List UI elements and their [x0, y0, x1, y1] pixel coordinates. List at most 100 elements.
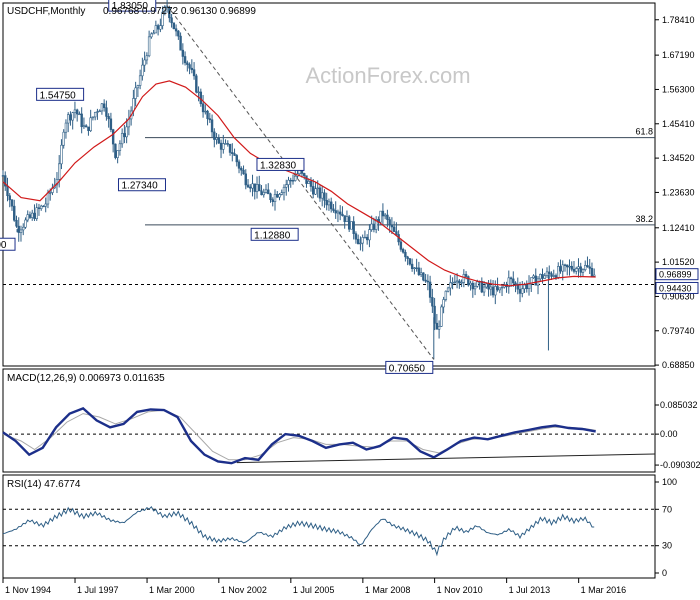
- price-candle-body: [260, 190, 263, 196]
- price-candle-body: [577, 266, 580, 269]
- time-axis-label: 1 Jul 2013: [509, 585, 551, 595]
- price-axis-label: 1.45410: [662, 119, 695, 129]
- price-candle-body: [49, 192, 52, 194]
- price-candle-body: [532, 275, 535, 278]
- price-candle-body: [192, 69, 196, 77]
- price-candle-body: [327, 201, 331, 206]
- price-candle-body: [303, 173, 306, 177]
- price-candle-body: [285, 184, 288, 188]
- price-candle-body: [415, 267, 418, 269]
- price-candle-body: [174, 28, 178, 32]
- price-candle-body: [404, 251, 407, 258]
- price-candle-body: [330, 201, 333, 210]
- price-candle-body: [190, 67, 194, 70]
- price-candle-body: [44, 203, 47, 207]
- price-candle-body: [120, 133, 124, 145]
- price-candle-body: [294, 175, 297, 181]
- price-candle-body: [588, 266, 591, 269]
- price-candle-body: [347, 216, 351, 230]
- price-candle-body: [89, 117, 92, 131]
- price-candle-body: [244, 173, 247, 186]
- price-candle-body: [545, 271, 549, 276]
- price-candle-body: [509, 277, 513, 280]
- time-axis-label: 1 Mar 2008: [365, 585, 411, 595]
- time-axis-label: 1 Jul 1997: [77, 585, 119, 595]
- price-candle-body: [291, 180, 295, 182]
- price-candle-body: [563, 264, 567, 266]
- price-candle-body: [410, 263, 414, 270]
- price-candle-body: [316, 187, 319, 190]
- price-candle-body: [464, 274, 468, 277]
- price-candle-body: [246, 184, 250, 188]
- price-candle-body: [145, 55, 149, 61]
- price-candle-body: [98, 110, 101, 113]
- price-candle-body: [170, 17, 173, 24]
- price-candle-body: [444, 290, 448, 300]
- price-candle-body: [500, 286, 504, 289]
- fib-level-label: 38.2: [635, 214, 653, 224]
- price-candle-body: [273, 194, 277, 202]
- price-candle-body: [267, 189, 270, 195]
- price-candle-body: [141, 64, 144, 77]
- price-candle-body: [210, 119, 214, 133]
- price-candle-body: [33, 212, 36, 219]
- price-annotation-label: 1.27340: [121, 181, 158, 192]
- price-candle-body: [451, 282, 454, 284]
- macd-panel: [2, 368, 656, 473]
- price-candle-body: [334, 210, 337, 214]
- price-candle-body: [446, 287, 450, 292]
- price-candle-body: [24, 219, 27, 228]
- price-candle-body: [118, 143, 122, 151]
- price-candle-body: [399, 241, 403, 250]
- price-candle-body: [96, 111, 99, 113]
- price-candle-body: [431, 297, 434, 307]
- price-candle-body: [197, 91, 200, 94]
- price-candle-body: [359, 242, 362, 245]
- price-candle-body: [554, 275, 558, 278]
- price-candle-body: [460, 282, 463, 284]
- price-candle-body: [66, 114, 70, 124]
- price-candle-body: [179, 35, 182, 51]
- price-candle-body: [93, 112, 97, 118]
- price-candle-body: [579, 266, 582, 273]
- price-candle-body: [22, 226, 25, 231]
- price-candle-body: [42, 205, 45, 208]
- price-candle-body: [87, 126, 90, 131]
- price-candle-body: [289, 179, 292, 182]
- price-candle-body: [559, 266, 562, 272]
- price-candle-body: [424, 279, 427, 282]
- price-candle-body: [17, 225, 20, 233]
- watermark-text: ActionForex.com: [305, 63, 470, 88]
- price-candle-body: [471, 282, 475, 290]
- price-candle-body: [159, 25, 162, 30]
- price-candle-body: [107, 116, 110, 120]
- price-candle-body: [147, 36, 151, 57]
- price-candle-body: [440, 306, 443, 327]
- price-candle-body: [235, 155, 238, 163]
- price-candle-body: [476, 281, 479, 287]
- price-candle-body: [352, 221, 355, 234]
- price-candle-body: [231, 152, 234, 154]
- price-candle-body: [518, 288, 522, 294]
- price-candle-body: [480, 281, 484, 293]
- price-candle-body: [419, 272, 423, 275]
- price-candle-body: [177, 30, 180, 37]
- price-candle-body: [206, 110, 209, 119]
- rsi-axis-label: 30: [662, 541, 672, 551]
- price-candle-body: [204, 110, 207, 113]
- price-candle-body: [332, 208, 335, 211]
- price-candle-body: [195, 75, 198, 93]
- price-candle-body: [473, 286, 477, 290]
- price-candle-body: [543, 275, 546, 279]
- price-candle-body: [269, 193, 272, 201]
- price-candle-body: [314, 188, 317, 195]
- price-candle-body: [111, 129, 115, 145]
- price-candle-body: [321, 192, 324, 199]
- price-candle-body: [312, 186, 315, 195]
- price-candle-body: [271, 199, 274, 202]
- price-candle-body: [57, 163, 61, 180]
- price-candle-body: [150, 33, 153, 38]
- price-candle-body: [62, 131, 65, 146]
- price-candle-body: [428, 281, 432, 298]
- price-candle-body: [109, 118, 113, 130]
